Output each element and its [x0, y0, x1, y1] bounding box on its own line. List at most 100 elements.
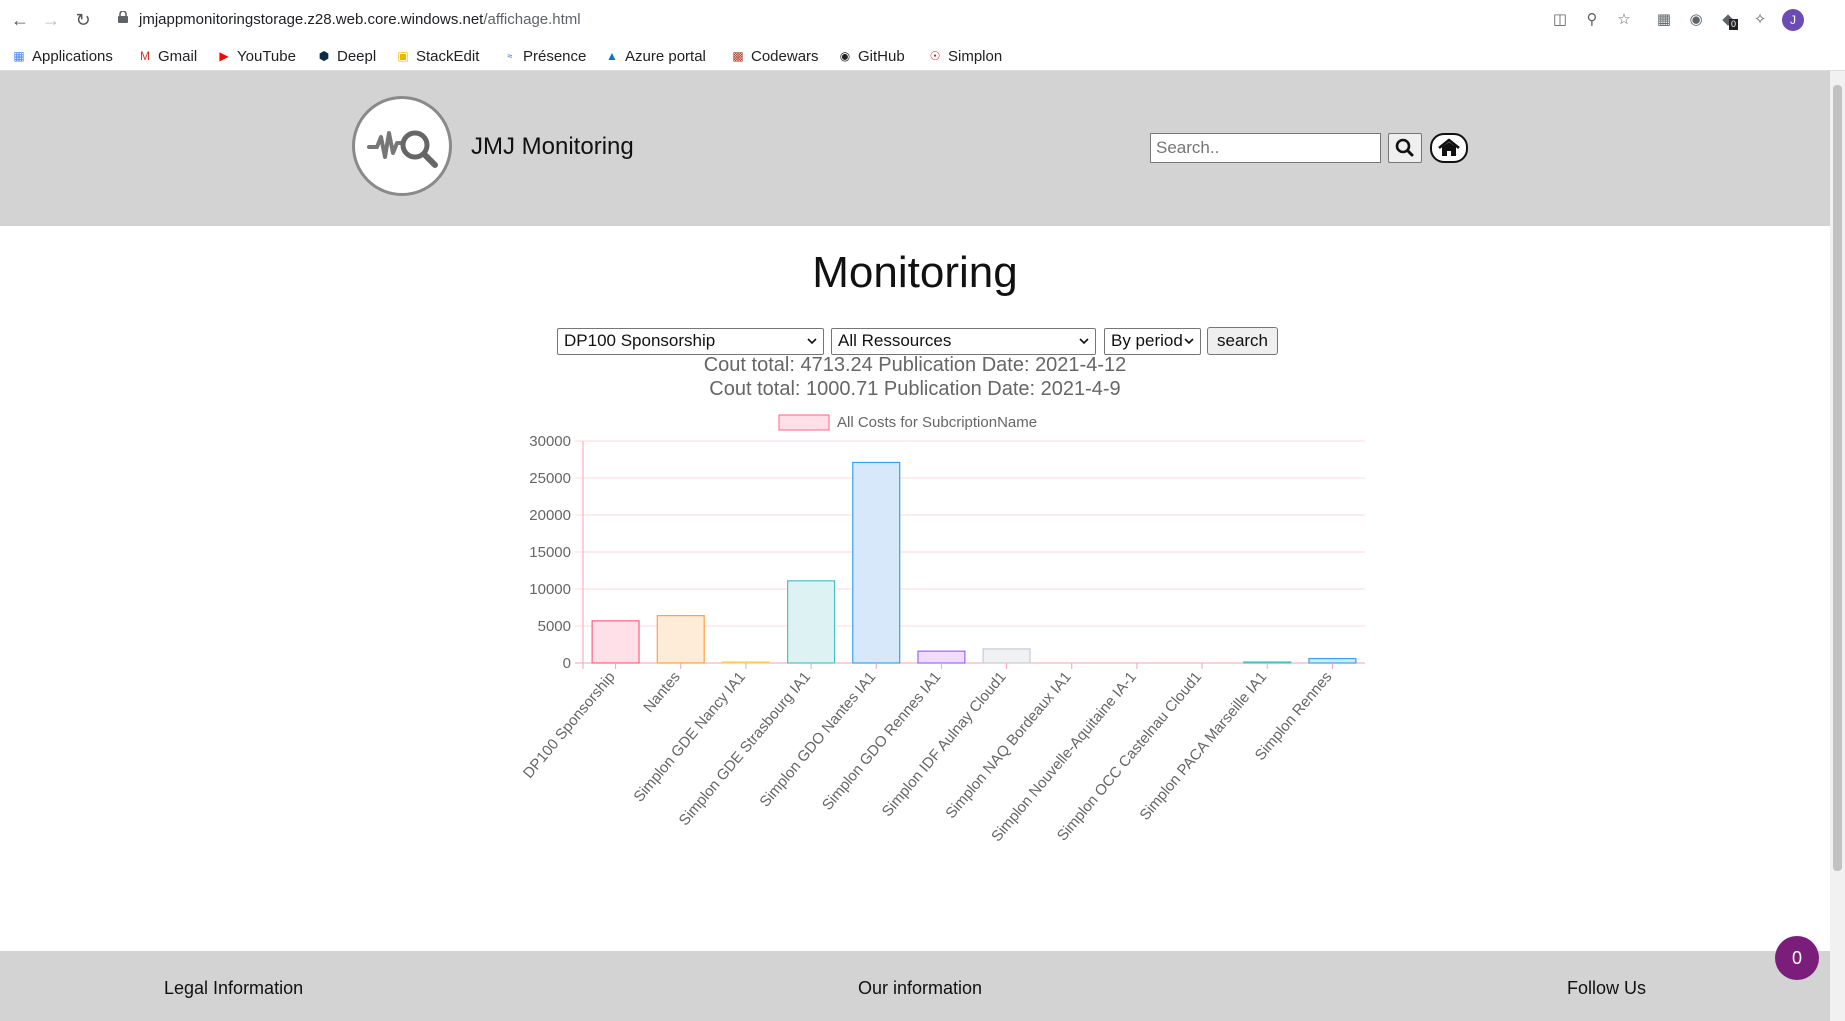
footer-legal-link[interactable]: Legal Information: [164, 978, 303, 999]
subscription-select-value: DP100 Sponsorship: [564, 331, 716, 350]
x-tick-label: Simplon GDE Strasbourg IA1: [676, 669, 814, 829]
reload-icon[interactable]: ↻: [71, 8, 95, 32]
search-icon: [1395, 138, 1414, 157]
url-path: /affichage.html: [483, 11, 581, 28]
total-cost-line: Cout total: 1000.71 Publication Date: 20…: [709, 378, 1121, 400]
extension-badge: 0: [1729, 19, 1739, 30]
chart-bar: [852, 461, 901, 664]
total-cost-line: Cout total: 4713.24 Publication Date: 20…: [703, 354, 1127, 376]
bookmark-label: YouTube: [237, 47, 296, 65]
bookmark-github[interactable]: ◉ GitHub: [838, 45, 905, 67]
x-tick-label: Simplon PACA Marseille IA1: [1136, 669, 1270, 824]
chart-bar: [591, 620, 640, 664]
chart-bar: [787, 580, 836, 664]
chart-bar: [917, 650, 966, 664]
stackedit-icon: ▣: [397, 49, 409, 63]
deepl-icon: ⬢: [318, 49, 330, 63]
back-icon[interactable]: ←: [8, 8, 32, 32]
y-tick-label: 5000: [538, 618, 571, 635]
scrollbar[interactable]: [1830, 71, 1845, 1021]
chevron-down-icon: [807, 338, 817, 345]
browser-toolbar: ← → ↻ jmjappmonitoringstorage.z28.web.co…: [0, 0, 1845, 40]
bookmark-label: StackEdit: [416, 47, 480, 65]
x-tick-label: Simplon GDO Rennes IA1: [819, 669, 945, 814]
search-button[interactable]: [1388, 133, 1422, 163]
extension-icon[interactable]: ◆ 0: [1717, 9, 1739, 31]
lock-icon: [118, 11, 128, 23]
legend-swatch: [778, 414, 830, 431]
page-title: Monitoring: [812, 248, 1018, 297]
extension-icon[interactable]: ▦: [1653, 9, 1675, 31]
chevron-down-icon: [1184, 338, 1194, 345]
bookmark-label: Azure portal: [625, 47, 706, 65]
footer-info-link[interactable]: Our information: [858, 978, 982, 999]
chart-bar: [982, 648, 1031, 664]
brand-name: JMJ Monitoring: [471, 133, 634, 160]
puzzle-icon[interactable]: ✧: [1749, 9, 1771, 31]
gmail-icon: M: [140, 49, 150, 63]
bookmark-label: Présence: [523, 47, 587, 65]
legend-label: All Costs for SubcriptionName: [837, 414, 1037, 431]
bookmark-applications[interactable]: ▦ Applications: [12, 45, 113, 67]
chart-bar: [1243, 661, 1292, 664]
bookmark-codewars[interactable]: ▩ Codewars: [731, 45, 819, 67]
bookmark-label: Codewars: [751, 47, 819, 65]
logo[interactable]: [352, 96, 452, 196]
home-icon: [1438, 138, 1460, 156]
bookmark-youtube[interactable]: ▶ YouTube: [217, 45, 296, 67]
chart-bar: [1308, 657, 1357, 664]
y-tick-label: 0: [563, 655, 571, 672]
translate-icon[interactable]: ◫: [1549, 9, 1571, 31]
x-tick-label: Simplon NAQ Bordeaux IA1: [942, 669, 1075, 822]
apps-grid-icon: ▦: [13, 49, 25, 63]
bookmarks-bar: ▦ Applications M Gmail ▶ YouTube ⬢ Deepl ▣ St…: [0, 40, 1845, 71]
y-tick-label: 30000: [529, 433, 571, 450]
period-select-value: By period: [1111, 331, 1183, 350]
forward-icon[interactable]: →: [39, 8, 63, 32]
extension-icon[interactable]: ◉: [1685, 9, 1707, 31]
search-input[interactable]: [1150, 133, 1381, 163]
y-tick-label: 25000: [529, 470, 571, 487]
cost-bar-chart: All Costs for SubcriptionName 0 5000 10000 1…: [520, 414, 1365, 845]
y-tick-label: 15000: [529, 544, 571, 561]
x-tick-label: Simplon IDF Aulnay Cloud1: [879, 669, 1010, 820]
waveform-magnifier-icon: [367, 130, 438, 168]
zoom-icon[interactable]: ⚲: [1581, 9, 1603, 31]
bookmark-simplon[interactable]: ☉ Simplon: [928, 45, 1003, 67]
y-tick-label: 10000: [529, 581, 571, 598]
bookmark-stackedit[interactable]: ▣ StackEdit: [396, 45, 479, 67]
bookmark-label: Simplon: [948, 47, 1003, 65]
bookmark-label: Applications: [32, 47, 113, 65]
profile-avatar[interactable]: J: [1782, 9, 1804, 31]
chat-button[interactable]: 0: [1775, 936, 1819, 980]
codewars-icon: ▩: [732, 49, 744, 63]
footer: Legal Information Our information Follow…: [0, 951, 1830, 1021]
bookmark-label: Deepl: [337, 47, 377, 65]
url-host: jmjappmonitoringstorage.z28.web.core.win…: [139, 11, 484, 28]
bookmark-azure[interactable]: ▲ Azure portal: [605, 45, 706, 67]
bookmark-presence[interactable]: ≈ Présence: [503, 45, 587, 67]
bookmark-gmail[interactable]: M Gmail: [138, 45, 197, 67]
azure-icon: ▲: [606, 49, 618, 63]
bookmark-deepl[interactable]: ⬢ Deepl: [317, 45, 376, 67]
x-tick-label: Simplon GDE Nancy IA1: [630, 669, 749, 806]
address-bar[interactable]: jmjappmonitoringstorage.z28.web.core.win…: [139, 11, 581, 28]
home-button[interactable]: [1430, 133, 1468, 163]
github-icon: ◉: [839, 49, 851, 63]
x-tick-label: Simplon GDO Nantes IA1: [756, 669, 879, 811]
chart-bar: [721, 661, 770, 664]
x-tick-label: DP100 Sponsorship: [520, 669, 619, 782]
period-select[interactable]: By period: [1104, 328, 1201, 355]
star-icon[interactable]: ☆: [1613, 9, 1635, 31]
youtube-icon: ▶: [219, 49, 229, 63]
site-header: JMJ Monitoring: [0, 71, 1830, 226]
resource-select-value: All Ressources: [838, 331, 952, 350]
scrollbar-thumb[interactable]: [1833, 85, 1842, 871]
search-submit-button[interactable]: search: [1207, 327, 1278, 355]
bookmark-label: Gmail: [158, 47, 198, 65]
x-tick-label: Nantes: [640, 669, 684, 716]
footer-follow-link[interactable]: Follow Us: [1567, 978, 1646, 999]
resource-select[interactable]: All Ressources: [831, 328, 1096, 355]
chevron-down-icon: [1079, 338, 1089, 345]
subscription-select[interactable]: DP100 Sponsorship: [557, 328, 824, 355]
